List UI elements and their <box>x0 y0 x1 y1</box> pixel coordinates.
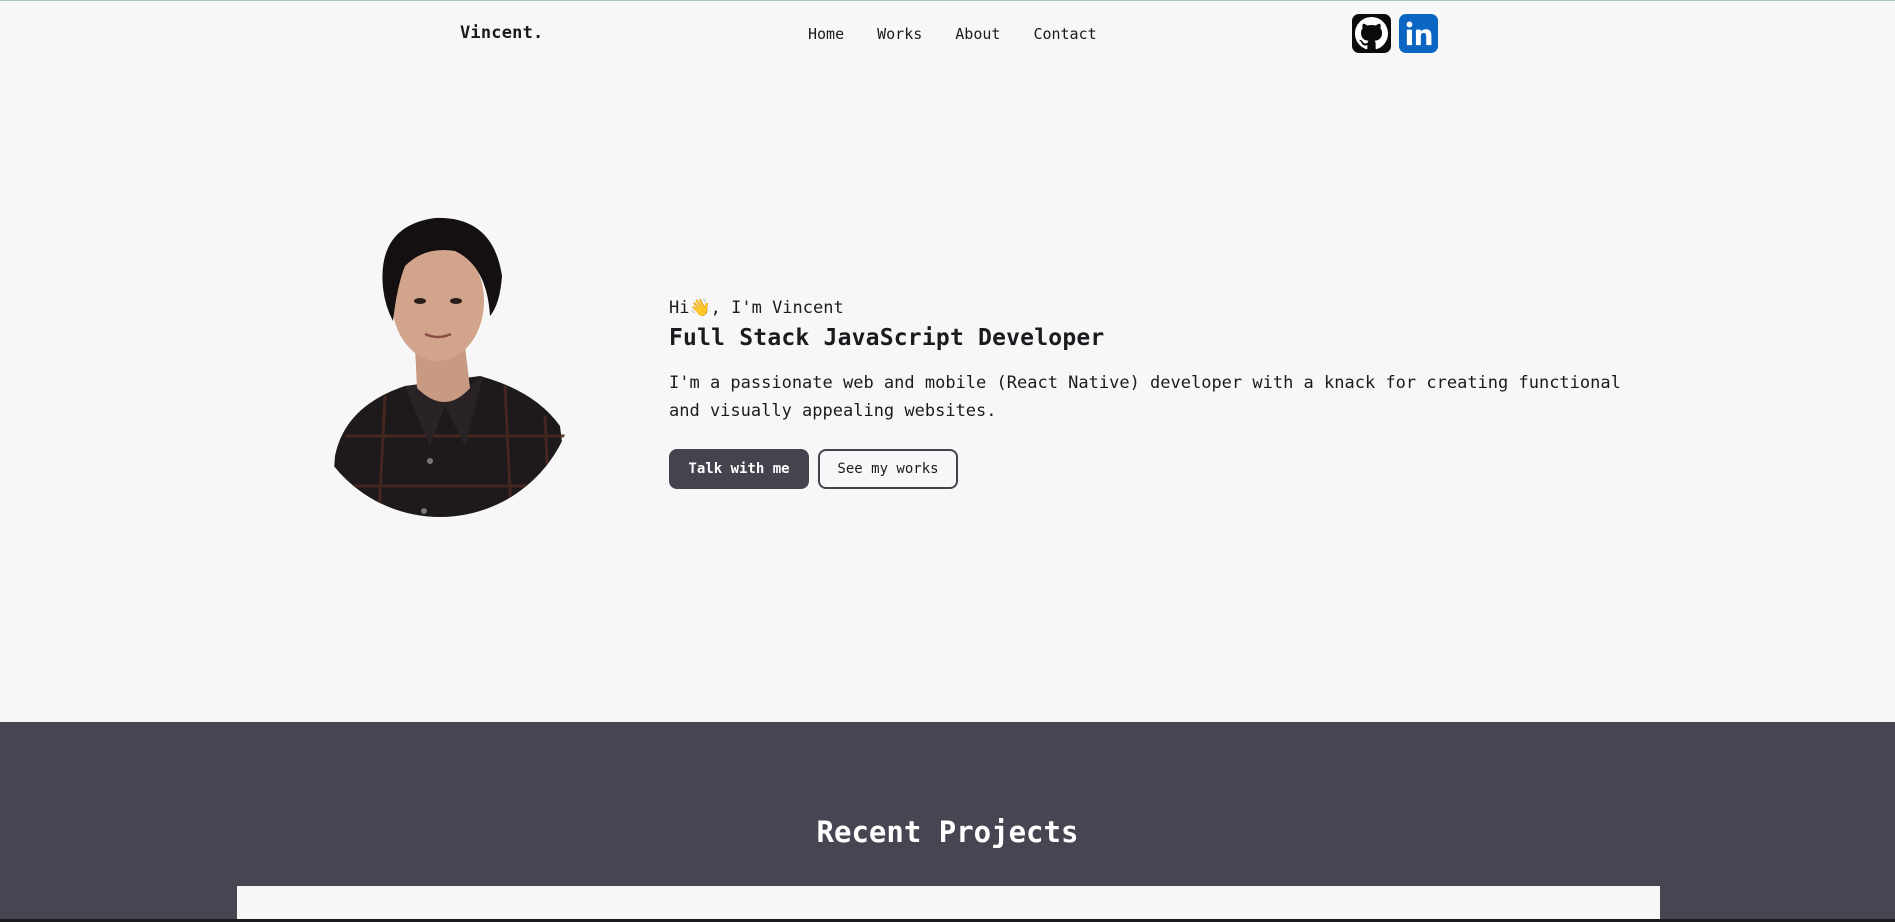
waving-hand-icon: 👋 <box>689 298 711 318</box>
greeting-prefix: Hi <box>669 298 690 318</box>
nav-link-home[interactable]: Home <box>808 25 844 43</box>
talk-with-me-button[interactable]: Talk with me <box>669 449 809 489</box>
hero-greeting: Hi 👋 , I'm Vincent <box>669 297 1669 319</box>
profile-photo <box>325 217 575 517</box>
greeting-suffix: , I'm Vincent <box>710 298 844 318</box>
hero-buttons: Talk with me See my works <box>669 449 1669 489</box>
github-link[interactable] <box>1352 14 1391 53</box>
linkedin-icon <box>1406 21 1432 46</box>
hero-section: Hi 👋 , I'm Vincent Full Stack JavaScript… <box>669 297 1669 489</box>
nav-link-about[interactable]: About <box>955 25 1000 43</box>
portfolio-page: Vincent. Home Works About Contact Hi 👋 ,… <box>0 0 1895 922</box>
recent-projects-section: Recent Projects <box>0 722 1895 922</box>
linkedin-link[interactable] <box>1399 14 1438 53</box>
nav-link-works[interactable]: Works <box>877 25 922 43</box>
projects-title: Recent Projects <box>816 815 1079 849</box>
brand-logo[interactable]: Vincent. <box>460 23 543 43</box>
nav-links: Home Works About Contact <box>808 25 1097 43</box>
nav-link-contact[interactable]: Contact <box>1033 25 1096 43</box>
hero-description: I'm a passionate web and mobile (React N… <box>669 373 1621 421</box>
social-links <box>1352 14 1438 53</box>
project-card[interactable] <box>237 886 1660 922</box>
navbar: Vincent. Home Works About Contact <box>0 1 1895 67</box>
github-icon <box>1355 17 1388 50</box>
see-my-works-button[interactable]: See my works <box>818 449 958 489</box>
hero-title: Full Stack JavaScript Developer <box>669 325 1105 351</box>
